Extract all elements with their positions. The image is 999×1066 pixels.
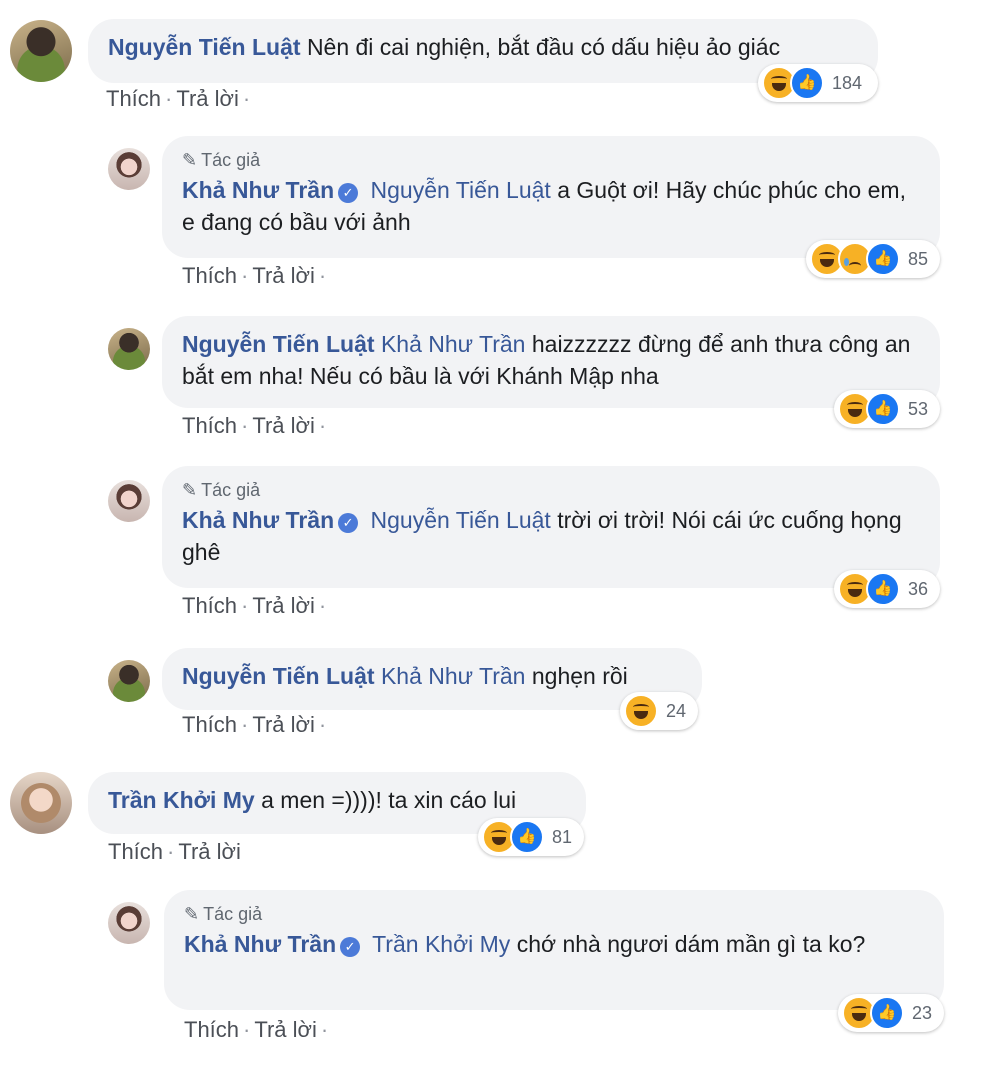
reaction-count: 36	[908, 578, 929, 599]
separator: ·	[318, 593, 327, 618]
verified-check-icon: ✓	[340, 937, 361, 957]
reaction-summary[interactable]: 👍 85	[806, 240, 940, 278]
avatar[interactable]	[108, 902, 150, 944]
separator: ·	[167, 839, 175, 864]
separator: ·	[320, 1017, 329, 1042]
like-link[interactable]: Thích	[182, 412, 237, 440]
like-reaction-icon: 👍	[790, 66, 824, 100]
verified-check-icon: ✓	[338, 513, 359, 533]
comment-text: Nên đi cai nghiện, bắt đầu có dấu hiệu ả…	[306, 34, 781, 60]
mention-link[interactable]: Nguyễn Tiến Luật	[371, 177, 551, 203]
pen-icon: ✎	[182, 150, 198, 170]
comment-bubble: Nguyễn Tiến Luật Khả Như Trần nghẹn rồi	[162, 648, 702, 710]
separator: ·	[318, 263, 327, 288]
reply-link[interactable]: Trả lời	[252, 711, 315, 739]
author-badge-label: Tác giả	[203, 904, 263, 924]
like-reaction-icon: 👍	[870, 996, 904, 1030]
reaction-count: 85	[908, 248, 929, 269]
mention-link[interactable]: Khả Như Trần	[381, 663, 526, 689]
separator: ·	[165, 86, 173, 111]
comment-text: a men =))))! ta xin cáo lui	[261, 787, 517, 813]
comment-author[interactable]: Trần Khởi My	[108, 787, 255, 813]
reaction-summary[interactable]: 👍 184	[758, 64, 878, 102]
author-badge-label: Tác giả	[201, 150, 261, 170]
pen-icon: ✎	[184, 904, 200, 924]
comment-bubble: Nguyễn Tiến Luật Khả Như Trần haizzzzzz …	[162, 316, 940, 408]
pen-icon: ✎	[182, 480, 198, 500]
comment-bubble: ✎ Tác giả Khả Như Trần ✓ Nguyễn Tiến Luật …	[162, 466, 940, 588]
reaction-summary[interactable]: 24	[620, 692, 698, 730]
comment-bubble: ✎ Tác giả Khả Như Trần ✓ Trần Khởi My chớ …	[164, 890, 944, 1010]
separator: ·	[241, 712, 249, 737]
reply-link[interactable]: Trả lời	[178, 838, 241, 866]
reaction-summary[interactable]: 👍 36	[834, 570, 940, 608]
reaction-count: 184	[832, 72, 863, 93]
comment-author[interactable]: Nguyễn Tiến Luật	[182, 331, 375, 357]
reaction-summary[interactable]: 👍 81	[478, 818, 584, 856]
like-link[interactable]: Thích	[182, 262, 237, 290]
reaction-summary[interactable]: 👍 23	[838, 994, 944, 1032]
reaction-summary[interactable]: 👍 53	[834, 390, 940, 428]
comment-actions: Thích · Trả lời ·	[182, 262, 330, 290]
avatar[interactable]	[108, 148, 150, 190]
comment-actions: Thích · Trả lời ·	[184, 1016, 332, 1044]
like-link[interactable]: Thích	[182, 592, 237, 620]
comment-actions: Thích · Trả lời ·	[182, 592, 330, 620]
separator: ·	[241, 263, 249, 288]
like-link[interactable]: Thích	[108, 838, 163, 866]
reaction-count: 23	[912, 1002, 933, 1023]
comment-text: nghẹn rồi	[531, 663, 628, 689]
reply-link[interactable]: Trả lời	[252, 262, 315, 290]
reply-link[interactable]: Trả lời	[252, 412, 315, 440]
comment-actions: Thích · Trả lời	[108, 838, 241, 866]
comment-actions: Thích · Trả lời ·	[106, 85, 254, 113]
separator: ·	[242, 86, 251, 111]
like-link[interactable]: Thích	[184, 1016, 239, 1044]
mention-link[interactable]: Nguyễn Tiến Luật	[371, 507, 551, 533]
author-badge: ✎ Tác giả	[182, 148, 920, 172]
like-link[interactable]: Thích	[106, 85, 161, 113]
separator: ·	[241, 413, 249, 438]
author-badge: ✎ Tác giả	[184, 902, 924, 926]
author-badge: ✎ Tác giả	[182, 478, 920, 502]
mention-link[interactable]: Khả Như Trần	[381, 331, 526, 357]
avatar[interactable]	[108, 660, 150, 702]
like-reaction-icon: 👍	[866, 242, 900, 276]
comment-author[interactable]: Khả Như Trần	[184, 931, 336, 957]
reply-link[interactable]: Trả lời	[252, 592, 315, 620]
haha-reaction-icon	[624, 694, 658, 728]
separator: ·	[318, 712, 327, 737]
comment-author[interactable]: Khả Như Trần	[182, 177, 334, 203]
reply-link[interactable]: Trả lời	[176, 85, 239, 113]
reaction-count: 81	[552, 826, 573, 847]
comment-text: chớ nhà ngươi dám mần gì ta ko?	[516, 931, 866, 957]
avatar[interactable]	[10, 772, 72, 834]
separator: ·	[243, 1017, 251, 1042]
reaction-count: 24	[666, 700, 687, 721]
mention-link[interactable]: Trần Khởi My	[372, 931, 510, 957]
avatar[interactable]	[108, 328, 150, 370]
comment-actions: Thích · Trả lời ·	[182, 412, 330, 440]
like-link[interactable]: Thích	[182, 711, 237, 739]
like-reaction-icon: 👍	[866, 572, 900, 606]
comment-author[interactable]: Nguyễn Tiến Luật	[182, 663, 375, 689]
reply-link[interactable]: Trả lời	[254, 1016, 317, 1044]
separator: ·	[241, 593, 249, 618]
avatar[interactable]	[108, 480, 150, 522]
comment-author[interactable]: Khả Như Trần	[182, 507, 334, 533]
like-reaction-icon: 👍	[510, 820, 544, 854]
verified-check-icon: ✓	[338, 183, 359, 203]
avatar[interactable]	[10, 20, 72, 82]
comment-actions: Thích · Trả lời ·	[182, 711, 330, 739]
comment-author[interactable]: Nguyễn Tiến Luật	[108, 34, 301, 60]
reaction-count: 53	[908, 398, 929, 419]
like-reaction-icon: 👍	[866, 392, 900, 426]
author-badge-label: Tác giả	[201, 480, 261, 500]
separator: ·	[318, 413, 327, 438]
